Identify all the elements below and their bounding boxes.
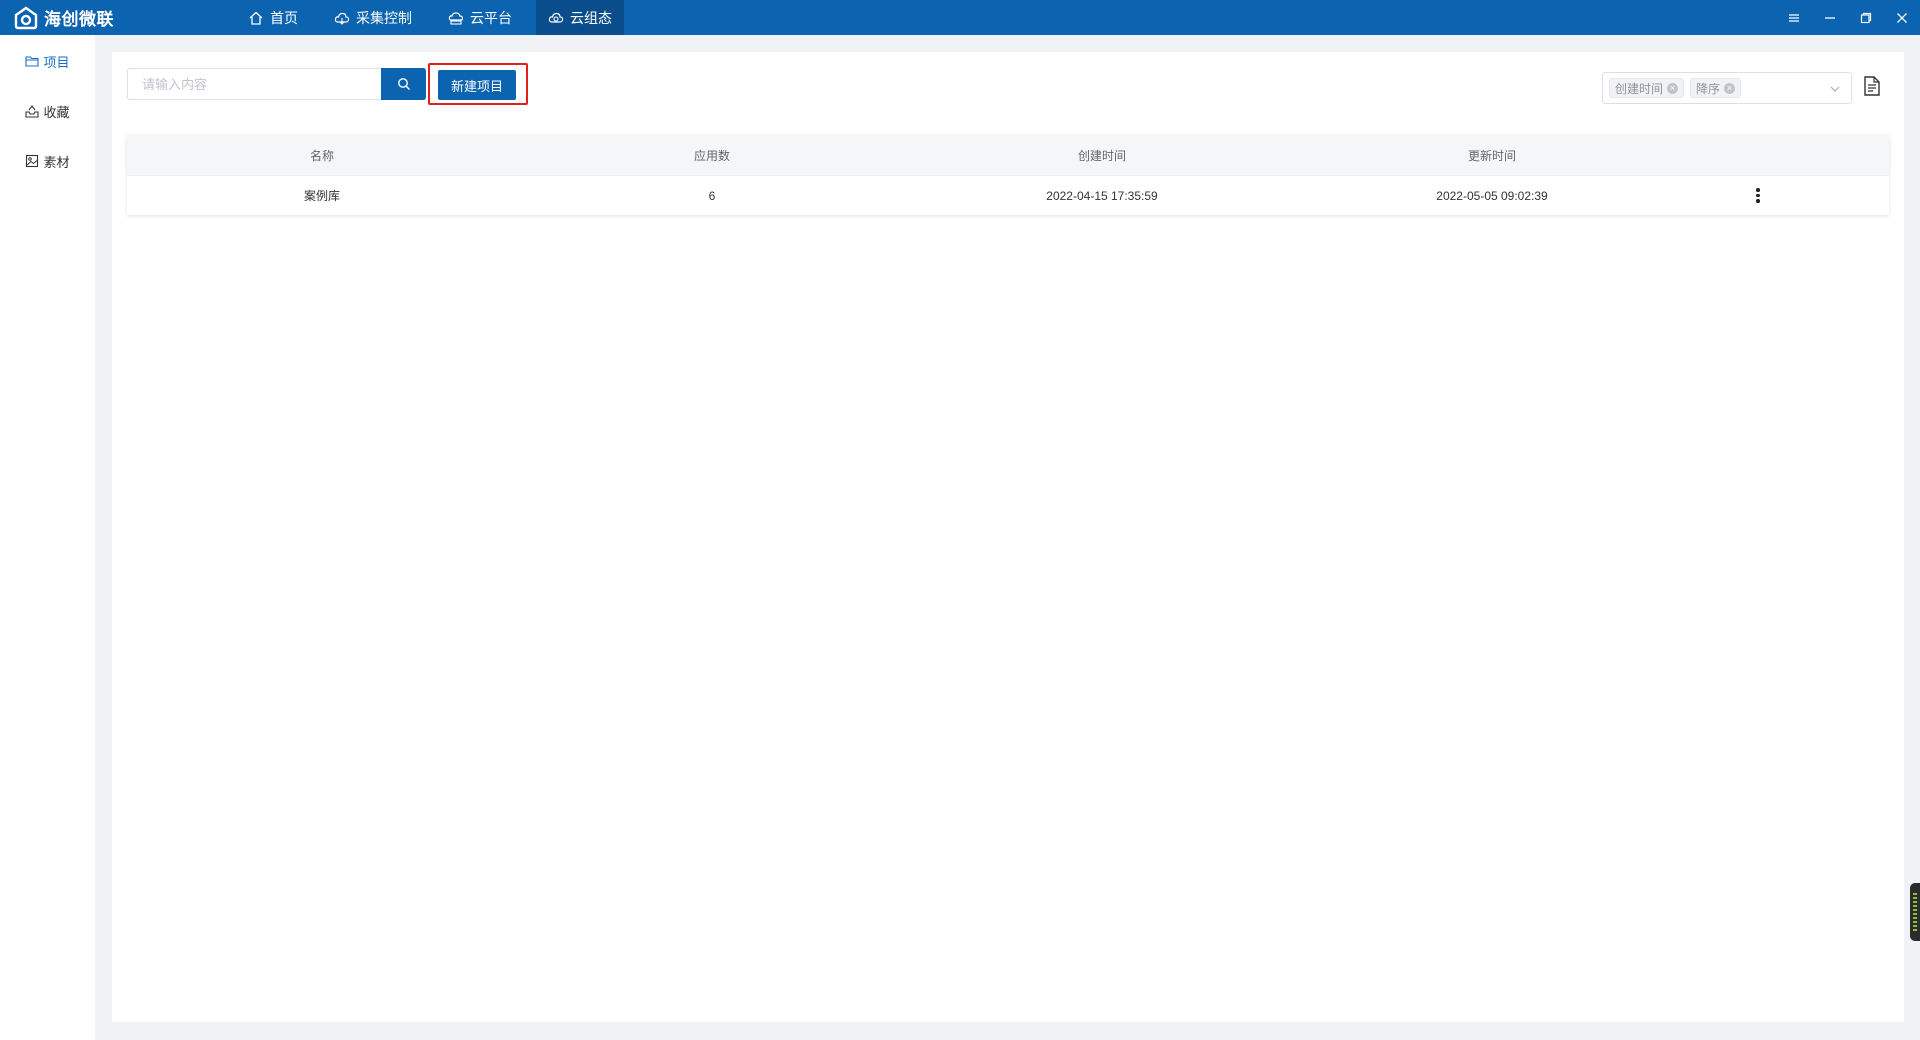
table-row[interactable]: 案例库 6 2022-04-15 17:35:59 2022-05-05 09:… [127,175,1889,215]
cloud-platform-icon [448,11,464,25]
title-bar: 海创微联 首页 采集控制 云平台 云组态 [0,0,1920,35]
cell-actions [1687,186,1889,206]
more-options-icon[interactable] [1748,186,1768,206]
nav-item-home[interactable]: 首页 [236,0,310,35]
main-nav: 首页 采集控制 云平台 云组态 [236,0,636,35]
search-icon [397,78,410,90]
home-icon [249,11,263,25]
column-header-apps: 应用数 [693,148,730,163]
sidebar-item-label: 素材 [43,154,70,170]
cell-apps: 6 [708,188,716,203]
window-controls [1776,0,1920,35]
menu-button[interactable] [1776,0,1812,35]
column-header-updated: 更新时间 [1467,148,1516,163]
project-table: 名称 应用数 创建时间 更新时间 案例库 6 2022-04-15 17:35:… [127,135,1889,215]
search-button[interactable] [381,68,426,100]
minimize-icon [1825,16,1835,19]
folder-icon [25,56,40,67]
brand-name: 海创微联 [44,10,114,29]
sidebar-item-label: 项目 [43,54,70,70]
sidebar-item-favorites[interactable]: 收藏 [0,96,95,126]
restore-button[interactable] [1848,0,1884,35]
close-button[interactable] [1884,0,1920,35]
nav-item-cloud-platform[interactable]: 云平台 [436,0,524,35]
cloud-icon [334,12,350,25]
brand: 海创微联 [14,0,114,35]
floating-widget-handle[interactable] [1910,883,1920,941]
main-panel: 新建项目 创建时间 × 降序 × 名称 应用数 创建时间 更新时间 案例库 6 … [112,52,1904,1022]
cell-created: 2022-04-15 17:35:59 [1046,188,1158,203]
nav-item-cloud-config[interactable]: 云组态 [536,0,624,35]
nav-item-label: 云平台 [470,9,512,26]
sort-select[interactable]: 创建时间 × 降序 × [1602,72,1852,104]
sidebar-item-label: 收藏 [43,104,70,120]
cloud-config-icon [548,12,564,23]
table-header: 名称 应用数 创建时间 更新时间 [127,135,1889,175]
tag-close-icon[interactable]: × [1667,82,1679,94]
minimize-button[interactable] [1812,0,1848,35]
nav-item-label: 首页 [270,9,298,26]
column-header-name: 名称 [309,148,334,163]
sort-tag-field: 创建时间 × [1609,78,1685,98]
cell-updated: 2022-05-05 09:02:39 [1436,188,1548,203]
nav-item-label: 采集控制 [356,9,412,26]
close-icon [1897,12,1907,23]
brand-logo-icon [14,6,38,29]
sidebar-item-materials[interactable]: 素材 [0,146,95,176]
document-icon[interactable] [1863,76,1881,96]
sort-tag-order: 降序 × [1690,78,1742,98]
nav-item-label: 云组态 [570,9,612,26]
sidebar-item-projects[interactable]: 项目 [0,46,95,76]
sidebar: 项目 收藏 素材 [0,35,95,1040]
tag-close-icon[interactable]: × [1724,82,1736,94]
sort-tag-label: 创建时间 [1615,81,1664,96]
chevron-down-icon [1830,86,1840,92]
new-project-button[interactable]: 新建项目 [438,70,516,100]
sort-tag-label: 降序 [1696,81,1721,96]
collect-icon [25,105,40,118]
nav-item-collect-control[interactable]: 采集控制 [322,0,424,35]
restore-icon [1860,12,1872,23]
image-icon [26,154,39,168]
column-header-created: 创建时间 [1077,148,1126,163]
cell-name: 案例库 [303,189,340,203]
menu-icon [1789,13,1799,22]
